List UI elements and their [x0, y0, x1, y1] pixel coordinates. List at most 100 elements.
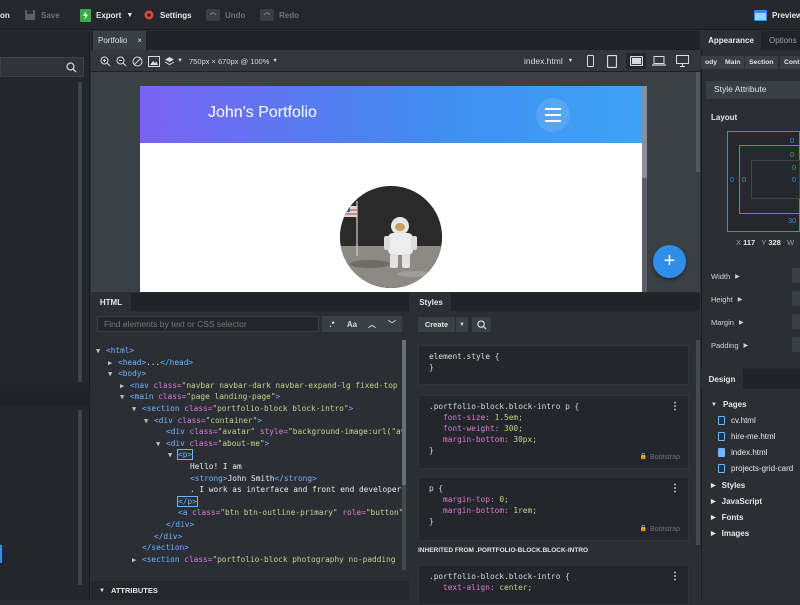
margin-top-value[interactable]: 0	[790, 136, 794, 145]
tab-design[interactable]: Design	[701, 369, 743, 389]
preview-button[interactable]: Preview	[754, 7, 800, 23]
padding-left-value[interactable]: 0	[742, 175, 746, 184]
page-item-projects-grid[interactable]: projects-grid-card	[718, 464, 793, 473]
device-phone-button[interactable]	[580, 53, 600, 69]
css-selector[interactable]: element.style {	[429, 351, 678, 362]
tab-html[interactable]: HTML	[91, 293, 131, 311]
css-rule[interactable]: .portfolio-block.block-intro {text-align…	[418, 565, 689, 605]
height-row[interactable]: Height ▶	[711, 295, 742, 304]
frame-scrollbar-thumb[interactable]	[642, 86, 647, 178]
dom-tree-node[interactable]: . I work as interface and front end deve…	[96, 484, 404, 496]
breadcrumb-body[interactable]: ody	[701, 56, 722, 69]
left-lower-scrollbar[interactable]	[78, 410, 82, 585]
css-rule[interactable]: element.style {}	[418, 345, 689, 385]
find-elements-input[interactable]	[97, 316, 319, 332]
breadcrumb-section[interactable]: Section	[745, 56, 778, 69]
redo-button[interactable]: Redo	[260, 7, 299, 23]
undo-button[interactable]: Undo	[206, 7, 245, 23]
dom-tree-node[interactable]: ▼ <body>	[96, 368, 404, 380]
css-rule[interactable]: p {margin-top: 0; margin-bottom: 1rem;} ⋮ 🔒…	[418, 477, 689, 541]
canvas-size-select[interactable]: 750px × 670px @ 100% ▼	[189, 54, 278, 68]
toolbar-truncated-item[interactable]: on	[0, 7, 10, 23]
fonts-group[interactable]: ▶ Fonts	[711, 513, 743, 522]
more-options-icon[interactable]: ⋮	[670, 571, 680, 582]
export-button[interactable]: Export ▼	[80, 7, 133, 23]
css-declaration[interactable]: font-size: 1.5em;	[429, 412, 678, 423]
avatar[interactable]	[340, 186, 442, 288]
width-input[interactable]	[792, 268, 800, 283]
left-search-input[interactable]	[0, 57, 84, 77]
page-item-cv[interactable]: cv.html	[718, 416, 756, 425]
dom-tree-node[interactable]: <strong>John Smith</strong>	[96, 473, 404, 485]
margin-right-value[interactable]: 0	[792, 175, 796, 184]
dom-tree-node[interactable]: </section>	[96, 542, 404, 554]
dom-tree-node[interactable]: ▼ <div class="about-me">	[96, 438, 404, 450]
attributes-section-header[interactable]: ▼ ATTRIBUTES	[91, 581, 409, 600]
grid-toggle-button[interactable]	[132, 54, 143, 68]
dom-tree-node[interactable]: ▼ <html>	[96, 345, 404, 357]
css-rule[interactable]: .portfolio-block.block-intro p {font-siz…	[418, 395, 689, 469]
css-declaration[interactable]: margin-bottom: 30px;	[429, 434, 678, 445]
create-dropdown-button[interactable]: ▼	[456, 317, 468, 332]
margin-input[interactable]	[792, 314, 800, 329]
style-attribute-select[interactable]: Style Attribute	[706, 81, 800, 99]
width-row[interactable]: Width ▶	[711, 272, 740, 281]
page-item-hire-me[interactable]: hire-me.html	[718, 432, 775, 441]
breadcrumb-main[interactable]: Main	[721, 56, 745, 69]
height-input[interactable]	[792, 291, 800, 306]
css-declaration[interactable]: margin-top: 0;	[429, 494, 678, 505]
dom-tree[interactable]: ▼ <html> ▶ <head>...</head> ▼ <body> ▶ <nav cla…	[96, 345, 404, 570]
css-selector[interactable]: .portfolio-block.block-intro {	[429, 571, 678, 582]
close-icon[interactable]: ×	[137, 36, 142, 45]
device-desktop-button[interactable]	[672, 53, 692, 69]
dom-tree-node[interactable]: ▶ <head>...</head>	[96, 357, 404, 369]
dom-tree-node[interactable]: ▶ <nav class="navbar navbar-dark navbar-e…	[96, 380, 404, 392]
device-tablet-button[interactable]	[602, 53, 622, 69]
margin-bottom-value[interactable]: 30	[788, 216, 796, 225]
pages-group[interactable]: ▼ Pages	[711, 400, 747, 409]
css-declaration[interactable]: font-weight: 300;	[429, 423, 678, 434]
css-declaration[interactable]: text-align: center;	[429, 582, 678, 593]
add-button[interactable]: +	[653, 245, 686, 278]
margin-row[interactable]: Margin ▶	[711, 318, 744, 327]
dom-tree-node[interactable]: <a class="btn btn-outline-primary" role=…	[96, 507, 404, 519]
padding-input[interactable]	[792, 337, 800, 352]
css-selector[interactable]: p {	[429, 483, 678, 494]
dom-tree-node[interactable]: ▼ <p>	[96, 449, 404, 461]
dom-tree-node[interactable]: ▼ <section class="portfolio-block block-i…	[96, 403, 404, 415]
prev-match-button[interactable]: ︿	[362, 316, 382, 332]
dom-tree-node[interactable]: <div class="avatar" style="background-im…	[96, 426, 404, 438]
dom-tree-node[interactable]: </div>	[96, 531, 404, 543]
dom-tree-node[interactable]: ▶ <section class="portfolio-block photogr…	[96, 554, 404, 566]
zoom-out-button[interactable]	[116, 54, 127, 68]
css-selector[interactable]: .portfolio-block.block-intro p {	[429, 401, 678, 412]
image-toggle-button[interactable]	[148, 54, 160, 68]
file-select[interactable]: index.html ▼	[524, 54, 573, 68]
next-match-button[interactable]: ﹀	[382, 316, 402, 332]
styles-search-button[interactable]	[472, 317, 491, 332]
images-group[interactable]: ▶ Images	[711, 529, 749, 538]
hamburger-menu-icon[interactable]	[536, 98, 570, 132]
tab-styles[interactable]: Styles	[411, 293, 451, 311]
dom-tree-node[interactable]: ▼ <main class="page landing-page">	[96, 391, 404, 403]
zoom-in-button[interactable]	[100, 54, 111, 68]
padding-right-value[interactable]: 0	[792, 163, 796, 172]
dom-tree-scrollbar-thumb[interactable]	[402, 340, 406, 485]
dom-tree-node[interactable]: </div>	[96, 519, 404, 531]
styles-group[interactable]: ▶ Styles	[711, 481, 745, 490]
dom-tree-node[interactable]: Hello! I am	[96, 461, 404, 473]
page-preview-frame[interactable]: John's Portfolio	[140, 86, 642, 292]
margin-left-value[interactable]: 0	[730, 175, 734, 184]
device-laptop-button[interactable]	[649, 53, 669, 69]
more-options-icon[interactable]: ⋮	[670, 401, 680, 412]
tab-portfolio[interactable]: Portfolio ×	[93, 31, 146, 50]
match-case-button[interactable]: Aa	[342, 316, 362, 332]
dom-tree-node[interactable]: </p>	[96, 495, 404, 508]
javascript-group[interactable]: ▶ JavaScript	[711, 497, 762, 506]
device-tablet-landscape-button[interactable]	[626, 53, 646, 69]
navbar-brand[interactable]: John's Portfolio	[208, 104, 317, 122]
regex-toggle-button[interactable]: .*	[322, 316, 342, 332]
page-item-index[interactable]: index.html	[718, 448, 767, 457]
tab-options[interactable]: Options	[769, 31, 797, 50]
preview-navbar[interactable]: John's Portfolio	[140, 86, 642, 143]
